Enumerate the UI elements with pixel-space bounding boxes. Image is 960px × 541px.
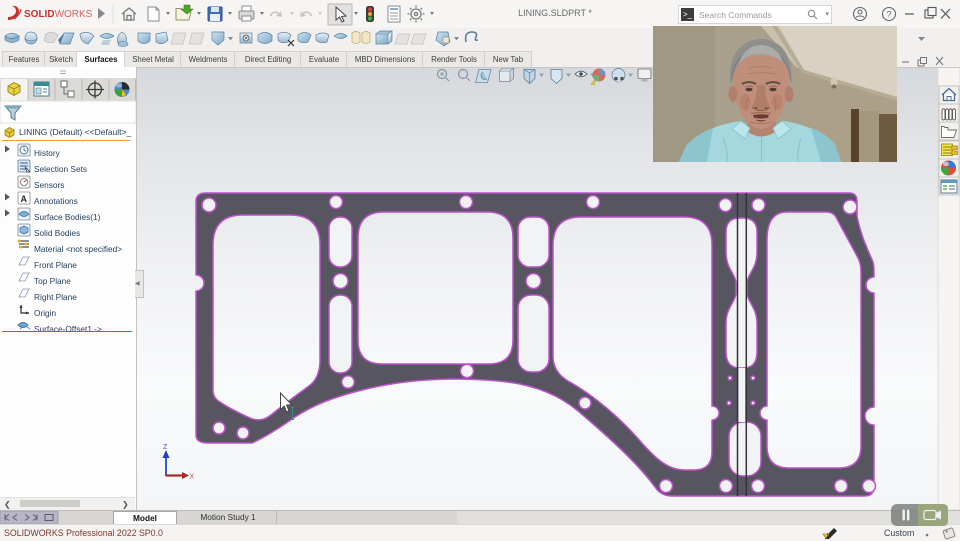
svg-text:X: X bbox=[190, 474, 195, 481]
svg-text:SOLIDWORKS: SOLIDWORKS bbox=[24, 9, 93, 20]
svg-text:Z: Z bbox=[163, 444, 168, 451]
svg-text:?: ? bbox=[887, 10, 892, 20]
svg-text:!: ! bbox=[827, 533, 828, 539]
